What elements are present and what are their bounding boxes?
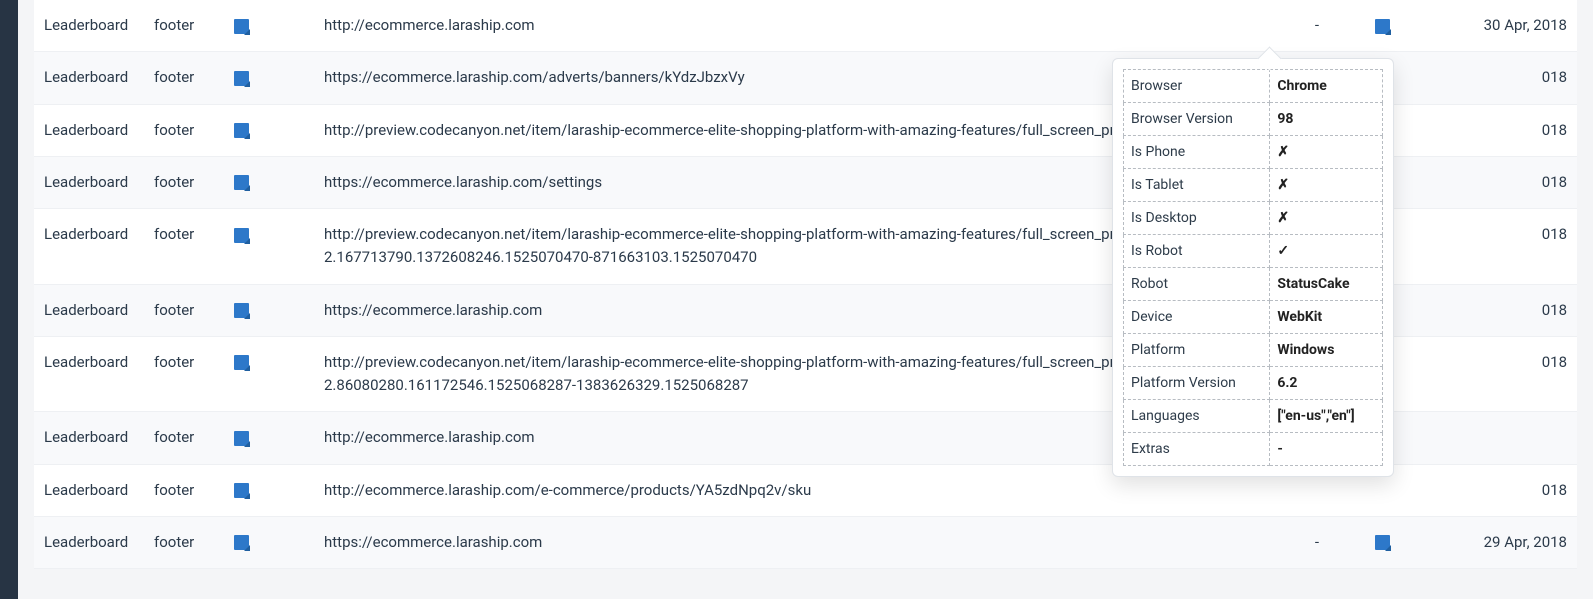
cell-date: 018 [1417, 52, 1577, 104]
popover-value: ["en-us","en"] [1270, 400, 1383, 433]
cell-note-icon[interactable] [224, 464, 314, 516]
popover-value: ✗ [1270, 136, 1383, 169]
cell-slot: footer [144, 412, 224, 464]
popover-label: Is Desktop [1124, 202, 1270, 235]
popover-label: Device [1124, 301, 1270, 334]
note-icon[interactable] [234, 19, 249, 34]
cell-note-icon[interactable] [224, 52, 314, 104]
cell-url: https://ecommerce.laraship.com [314, 516, 1287, 568]
popover-label: Extras [1124, 433, 1270, 466]
cell-date: 018 [1417, 284, 1577, 336]
cell-note-icon[interactable] [224, 104, 314, 156]
popover-row: Languages["en-us","en"] [1124, 400, 1383, 433]
popover-label: Is Phone [1124, 136, 1270, 169]
cell-banner-type: Leaderboard [34, 156, 144, 208]
popover-value: StatusCake [1270, 268, 1383, 301]
popover-label: Platform [1124, 334, 1270, 367]
popover-value: ✗ [1270, 169, 1383, 202]
popover-row: DeviceWebKit [1124, 301, 1383, 334]
note-icon[interactable] [234, 431, 249, 446]
popover-row: PlatformWindows [1124, 334, 1383, 367]
cell-url: http://ecommerce.laraship.com [314, 0, 1287, 52]
note-icon[interactable] [234, 483, 249, 498]
cell-banner-type: Leaderboard [34, 336, 144, 412]
popover-label: Platform Version [1124, 367, 1270, 400]
cell-banner-type: Leaderboard [34, 284, 144, 336]
note-icon[interactable] [234, 175, 249, 190]
cell-slot: footer [144, 464, 224, 516]
cell-slot: footer [144, 336, 224, 412]
popover-value: - [1270, 433, 1383, 466]
cell-slot: footer [144, 104, 224, 156]
cell-date: 018 [1417, 156, 1577, 208]
info-icon[interactable] [1375, 535, 1390, 550]
cell-banner-type: Leaderboard [34, 516, 144, 568]
cell-banner-type: Leaderboard [34, 412, 144, 464]
popover-value: 6.2 [1270, 367, 1383, 400]
note-icon[interactable] [234, 355, 249, 370]
cell-note-icon[interactable] [224, 412, 314, 464]
cell-banner-type: Leaderboard [34, 52, 144, 104]
cell-note-icon[interactable] [224, 336, 314, 412]
cell-banner-type: Leaderboard [34, 464, 144, 516]
note-icon[interactable] [234, 123, 249, 138]
popover-row: BrowserChrome [1124, 70, 1383, 103]
visitor-info-popover: BrowserChromeBrowser Version98Is Phone✗I… [1112, 58, 1394, 477]
popover-row: Is Tablet✗ [1124, 169, 1383, 202]
popover-row: Browser Version98 [1124, 103, 1383, 136]
popover-label: Browser [1124, 70, 1270, 103]
cell-note-icon[interactable] [224, 0, 314, 52]
cell-slot: footer [144, 209, 224, 285]
table-row: Leaderboardfooter http://ecommerce.larash… [34, 0, 1577, 52]
cell-banner-type: Leaderboard [34, 0, 144, 52]
popover-row: RobotStatusCake [1124, 268, 1383, 301]
cell-date: 018 [1417, 464, 1577, 516]
popover-value: Windows [1270, 334, 1383, 367]
cell-date [1417, 412, 1577, 464]
popover-value: WebKit [1270, 301, 1383, 334]
note-icon[interactable] [234, 228, 249, 243]
popover-row: Platform Version6.2 [1124, 367, 1383, 400]
note-icon[interactable] [234, 71, 249, 86]
sidebar-edge [0, 0, 18, 599]
popover-row: Is Robot✓ [1124, 235, 1383, 268]
popover-value: ✗ [1270, 202, 1383, 235]
popover-label: Robot [1124, 268, 1270, 301]
cell-slot: footer [144, 516, 224, 568]
cell-date: 30 Apr, 2018 [1417, 0, 1577, 52]
cell-date: 018 [1417, 336, 1577, 412]
cell-banner-type: Leaderboard [34, 209, 144, 285]
popover-value: ✓ [1270, 235, 1383, 268]
popover-row: Is Desktop✗ [1124, 202, 1383, 235]
cell-note-icon[interactable] [224, 209, 314, 285]
info-icon[interactable] [1375, 19, 1390, 34]
cell-dash: - [1287, 516, 1347, 568]
cell-banner-type: Leaderboard [34, 104, 144, 156]
cell-slot: footer [144, 0, 224, 52]
popover-label: Languages [1124, 400, 1270, 433]
cell-slot: footer [144, 52, 224, 104]
popover-value: Chrome [1270, 70, 1383, 103]
cell-dash: - [1287, 0, 1347, 52]
visitor-info-table: BrowserChromeBrowser Version98Is Phone✗I… [1123, 69, 1383, 466]
cell-info-icon[interactable] [1347, 516, 1417, 568]
cell-date: 018 [1417, 209, 1577, 285]
popover-value: 98 [1270, 103, 1383, 136]
cell-note-icon[interactable] [224, 284, 314, 336]
cell-slot: footer [144, 284, 224, 336]
cell-info-icon[interactable] [1347, 0, 1417, 52]
cell-slot: footer [144, 156, 224, 208]
cell-date: 018 [1417, 104, 1577, 156]
note-icon[interactable] [234, 535, 249, 550]
cell-note-icon[interactable] [224, 516, 314, 568]
table-row: Leaderboardfooter https://ecommerce.laras… [34, 516, 1577, 568]
popover-label: Browser Version [1124, 103, 1270, 136]
cell-note-icon[interactable] [224, 156, 314, 208]
popover-label: Is Robot [1124, 235, 1270, 268]
cell-date: 29 Apr, 2018 [1417, 516, 1577, 568]
popover-label: Is Tablet [1124, 169, 1270, 202]
popover-row: Extras- [1124, 433, 1383, 466]
note-icon[interactable] [234, 303, 249, 318]
popover-row: Is Phone✗ [1124, 136, 1383, 169]
